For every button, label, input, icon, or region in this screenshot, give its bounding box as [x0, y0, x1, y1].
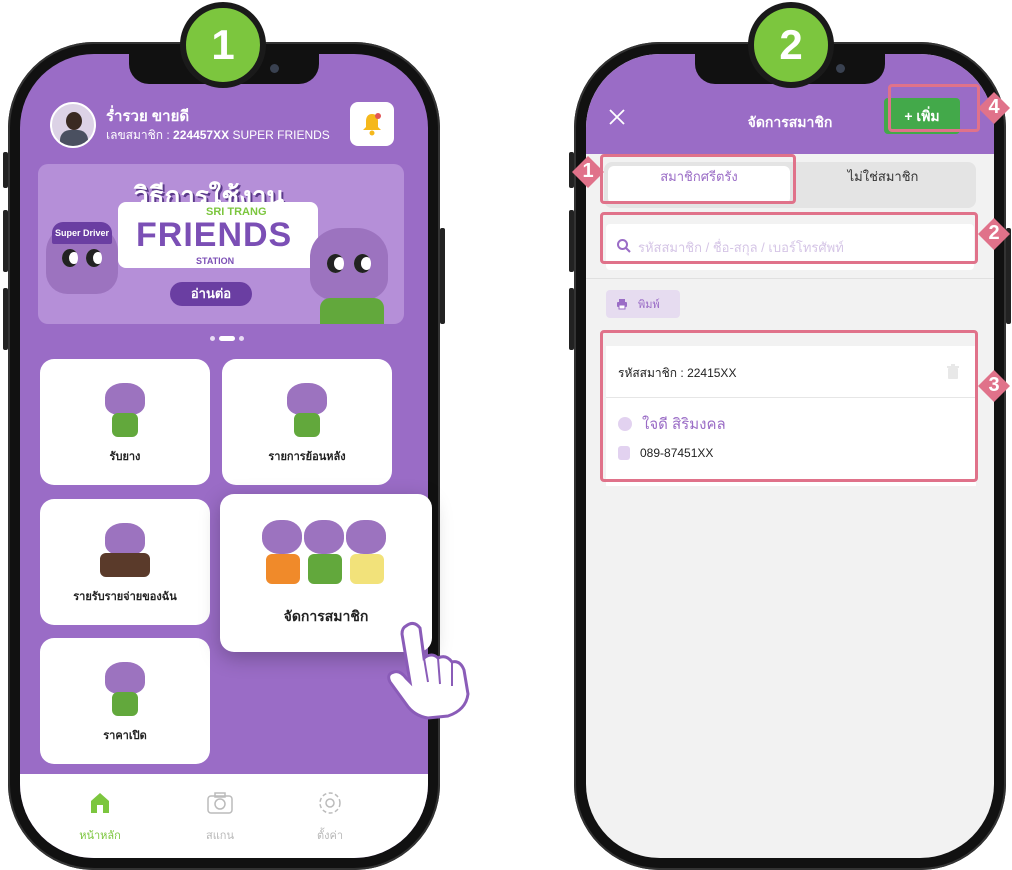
user-name: ร่ำรวย ขายดี [106, 108, 190, 125]
step-badge-1: 1 [180, 2, 266, 88]
carousel-dot[interactable] [210, 336, 215, 341]
step-badge-2: 2 [748, 2, 834, 88]
user-header: ร่ำรวย ขายดี เลขสมาชิก : 224457XX SUPER … [50, 102, 398, 152]
banner-brand: FRIENDS [136, 216, 293, 254]
nav-home[interactable]: หน้าหลัก [60, 788, 140, 844]
mascot-illustration [100, 383, 150, 443]
mascot-illustration [100, 662, 150, 722]
gear-icon [319, 792, 341, 814]
print-label: พิมพ์ [638, 299, 660, 311]
driver-cap: Super Driver [52, 222, 112, 244]
callout-box-tabs [600, 154, 796, 204]
callout-number-2: 2 [976, 216, 1012, 252]
menu-label: ราคาเปิด [103, 730, 147, 742]
phone-side-button [3, 210, 8, 272]
camera-icon [207, 792, 233, 814]
nav-scan-label: สแกน [206, 830, 234, 842]
camera-dot [270, 64, 279, 73]
phone-frame-home: ร่ำรวย ขายดี เลขสมาชิก : 224457XX SUPER … [3, 42, 445, 870]
mascot-group-illustration [262, 520, 390, 590]
camera-dot [836, 64, 845, 73]
home-screen: ร่ำรวย ขายดี เลขสมาชิก : 224457XX SUPER … [20, 54, 428, 858]
callout-number-1: 1 [570, 154, 606, 190]
counter-board-text: FRIENDS [112, 579, 140, 585]
menu-receive-rubber[interactable]: รับยาง [40, 359, 210, 485]
nav-settings[interactable]: ตั้งค่า [290, 788, 370, 844]
phone-side-button [569, 210, 574, 272]
menu-history[interactable]: รายการย้อนหลัง [222, 359, 392, 485]
callout-box-add [888, 84, 980, 132]
callout-box-search [600, 212, 978, 264]
bottom-nav: หน้าหลัก สแกน ตั้งค่า [20, 774, 428, 858]
carousel-dot[interactable] [239, 336, 244, 341]
nav-home-label: หน้าหลัก [79, 830, 121, 842]
home-icon [91, 793, 109, 813]
menu-opening-price[interactable]: ราคาเปิด [40, 638, 210, 764]
member-id-line: เลขสมาชิก : 224457XX SUPER FRIENDS [106, 128, 330, 142]
callout-box-member-card [600, 330, 978, 482]
pointer-hand-icon [387, 621, 470, 720]
avatar[interactable] [50, 102, 96, 148]
nav-scan[interactable]: สแกน [180, 788, 260, 844]
phone-side-button [3, 288, 8, 350]
callout-number-3: 3 [976, 368, 1012, 404]
print-button[interactable]: พิมพ์ [606, 290, 680, 318]
phone-side-button [3, 152, 8, 188]
phone-side-button [569, 288, 574, 350]
nav-settings-label: ตั้งค่า [316, 830, 344, 842]
printer-icon [617, 299, 627, 310]
mascot-shirt [320, 298, 384, 324]
divider [586, 278, 994, 279]
bell-icon [363, 113, 381, 136]
promo-banner[interactable]: Super Driver วิธีการใช้งาน SRI TRANG FRI… [38, 164, 404, 324]
mascot-illustration [100, 523, 150, 583]
notification-button[interactable] [350, 102, 394, 146]
carousel-dots [210, 336, 244, 341]
menu-label: รายรับรายจ่ายของฉัน [73, 591, 177, 603]
callout-number-4: 4 [976, 90, 1012, 126]
menu-label: รายการย้อนหลัง [268, 451, 346, 463]
menu-income-expense[interactable]: FRIENDS รายรับรายจ่ายของฉัน [40, 499, 210, 625]
menu-label: รับยาง [109, 451, 141, 463]
carousel-dot-active[interactable] [219, 336, 235, 341]
read-more-button[interactable]: อ่านต่อ [170, 282, 252, 306]
banner-mascot-right [310, 228, 388, 300]
banner-station: STATION [196, 256, 235, 266]
phone-side-button [440, 228, 445, 324]
mascot-illustration [282, 383, 332, 443]
tab-non-member[interactable]: ไม่ใช่สมาชิก [790, 166, 976, 204]
